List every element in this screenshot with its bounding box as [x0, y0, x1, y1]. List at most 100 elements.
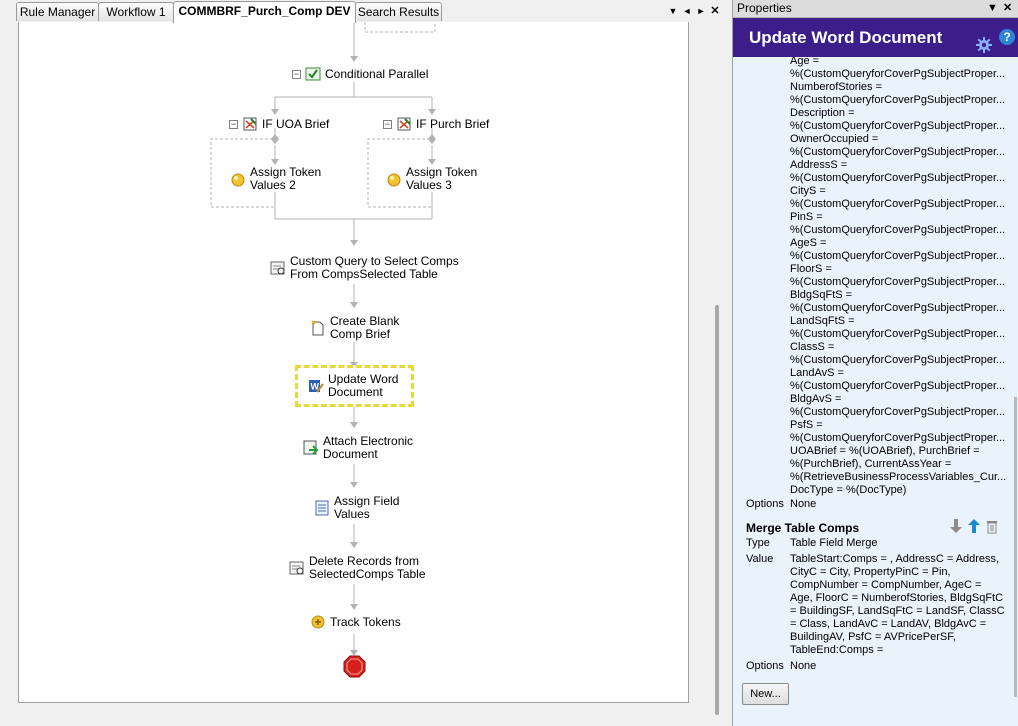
property-value-line: %(CustomQueryforCoverPgSubjectProper... — [790, 94, 1006, 106]
help-icon[interactable]: ? — [999, 29, 1015, 45]
assign-token-values-3-activity[interactable]: Assign Token Values 3 — [386, 166, 477, 192]
merge-value-line: TableEnd:Comps = — [790, 644, 884, 656]
canvas-vertical-scrollbar[interactable] — [711, 22, 727, 722]
panel-title: Properties — [737, 1, 792, 15]
activity-label: Delete Records from SelectedComps Table — [309, 554, 426, 581]
conditional-parallel-icon — [305, 66, 321, 82]
property-value-line: %(PurchBrief), CurrentAssYear = — [790, 458, 952, 470]
section-actions — [949, 518, 999, 534]
merge-value-line: = BuildingSF, LandSqFtC = LandSF, ClassC — [790, 605, 1005, 617]
type-value: Table Field Merge — [790, 537, 878, 549]
collapse-icon[interactable]: − — [292, 69, 301, 79]
property-value-line: DocType = %(DocType) — [790, 484, 907, 496]
tab-search-results[interactable]: Search Results — [355, 2, 442, 21]
close-tab-icon[interactable]: ✕ — [708, 3, 722, 19]
custom-query-activity[interactable]: Custom Query to Select Comps From CompsS… — [270, 255, 459, 281]
if-condition-icon — [242, 116, 258, 132]
new-button[interactable]: New... — [742, 683, 789, 705]
property-value-line: %(CustomQueryforCoverPgSubjectProper... — [790, 406, 1006, 418]
scrollbar-thumb[interactable] — [1014, 397, 1017, 697]
token-icon — [230, 171, 246, 187]
options-value: None — [790, 498, 817, 510]
workflow-designer: − Conditional Parallel − IF UOA Brief − … — [0, 22, 728, 726]
tab-rule-manager[interactable]: Rule Manager — [16, 2, 99, 21]
activity-label: Assign Token Values 2 — [250, 165, 322, 192]
options-label: Options — [746, 498, 784, 510]
workflow-canvas[interactable]: − Conditional Parallel − IF UOA Brief − … — [18, 22, 689, 703]
property-value-line: %(CustomQueryforCoverPgSubjectProper... — [790, 198, 1006, 210]
activity-label: Custom Query to Select Comps From CompsS… — [290, 254, 459, 281]
merge-table-section-title: Merge Table Comps — [746, 521, 860, 535]
form-fields-icon — [314, 500, 330, 516]
property-value-line: %(CustomQueryforCoverPgSubjectProper... — [790, 250, 1006, 262]
delete-icon[interactable] — [985, 518, 999, 534]
stop-icon[interactable] — [343, 655, 366, 678]
property-value-line: %(CustomQueryforCoverPgSubjectProper... — [790, 328, 1006, 340]
properties-panel-titlebar: Properties ▼ ✕ — [733, 0, 1018, 18]
property-value-line: NumberofStories = — [790, 81, 883, 93]
activity-label: IF UOA Brief — [262, 116, 330, 131]
activity-label: Assign Field Values — [334, 494, 400, 521]
property-value-line: %(CustomQueryforCoverPgSubjectProper... — [790, 146, 1006, 158]
tab-workflow-1[interactable]: Workflow 1 — [98, 2, 174, 21]
token-icon — [310, 614, 326, 630]
delete-records-activity[interactable]: Delete Records from SelectedComps Table — [289, 555, 426, 581]
merge-value-line: CityC = City, PropertyPinC = Pin, — [790, 566, 951, 578]
property-value-line: %(CustomQueryforCoverPgSubjectProper... — [790, 276, 1006, 288]
merge-value-line: = Class, LandAvC = LandAV, BldgAvC = — [790, 618, 987, 630]
new-document-icon — [310, 320, 326, 336]
assign-field-values-activity[interactable]: Assign Field Values — [314, 495, 399, 521]
tab-list-dropdown-icon[interactable]: ▼ — [666, 3, 680, 19]
if-condition-icon — [396, 116, 412, 132]
properties-header: Update Word Document ? — [733, 18, 1018, 57]
property-value-line: LandSqFtS = — [790, 315, 855, 327]
property-value-line: AddressS = — [790, 159, 848, 171]
collapse-icon[interactable]: − — [383, 119, 392, 129]
tab-commbrf-purch-comp-dev[interactable]: COMMBRF_Purch_Comp DEV — [173, 1, 356, 23]
create-blank-comp-brief-activity[interactable]: Create Blank Comp Brief — [310, 315, 399, 341]
property-value-line: %(RetrieveBusinessProcessVariables_Cur..… — [790, 471, 1007, 483]
update-word-document-activity[interactable]: W Update Word Document — [295, 365, 414, 407]
activity-label: Create Blank Comp Brief — [330, 314, 400, 341]
property-value-line: ClassS = — [790, 341, 835, 353]
property-value-line: Description = — [790, 107, 855, 119]
move-down-icon[interactable] — [949, 518, 963, 534]
property-value-line: PinS = — [790, 211, 823, 223]
scrollbar-thumb[interactable] — [715, 305, 719, 715]
property-value-line: %(CustomQueryforCoverPgSubjectProper... — [790, 68, 1006, 80]
attach-electronic-document-activity[interactable]: Attach Electronic Document — [303, 435, 413, 461]
workflow-connectors — [210, 22, 436, 656]
property-value-line: %(CustomQueryforCoverPgSubjectProper... — [790, 354, 1006, 366]
if-uoa-brief-activity[interactable]: − IF UOA Brief — [229, 116, 329, 132]
activity-label: Track Tokens — [330, 614, 401, 629]
tab-scroll-right-icon[interactable]: ► — [694, 3, 708, 19]
if-purch-brief-activity[interactable]: − IF Purch Brief — [383, 116, 489, 132]
move-up-icon[interactable] — [967, 518, 981, 534]
pin-icon[interactable]: ▼ — [987, 0, 998, 17]
property-value-line: %(CustomQueryforCoverPgSubjectProper... — [790, 380, 1006, 392]
options-value: None — [790, 660, 817, 672]
gear-icon[interactable] — [975, 29, 993, 53]
track-tokens-activity[interactable]: Track Tokens — [310, 614, 401, 630]
activity-label: Assign Token Values 3 — [406, 165, 478, 192]
property-value-line: PsfS = — [790, 419, 823, 431]
query-icon — [289, 560, 305, 576]
collapse-icon[interactable]: − — [229, 119, 238, 129]
property-value-line: OwnerOccupied = — [790, 133, 879, 145]
property-value-line: UOABrief = %(UOABrief), PurchBrief = — [790, 445, 980, 457]
tab-scroll-left-icon[interactable]: ◄ — [680, 3, 694, 19]
properties-body: Age = %(CustomQueryforCoverPgSubjectPrope… — [733, 57, 1018, 726]
assign-token-values-2-activity[interactable]: Assign Token Values 2 — [230, 166, 321, 192]
activity-label: IF Purch Brief — [416, 116, 490, 131]
property-value-line: CityS = — [790, 185, 826, 197]
conditional-parallel-activity[interactable]: − Conditional Parallel — [292, 66, 428, 82]
property-value-line: BldgAvS = — [790, 393, 842, 405]
activity-label: Conditional Parallel — [325, 66, 429, 81]
property-value-line: Age = — [790, 57, 820, 67]
token-icon — [386, 171, 402, 187]
property-value-line: %(CustomQueryforCoverPgSubjectProper... — [790, 302, 1006, 314]
close-icon[interactable]: ✕ — [1003, 0, 1012, 17]
merge-value-line: TableStart:Comps = , AddressC = Address, — [790, 553, 1000, 565]
properties-scrollbar[interactable] — [1013, 57, 1018, 726]
merge-value-line: Age, FloorC = NumberofStories, BldgSqFtC — [790, 592, 1004, 604]
